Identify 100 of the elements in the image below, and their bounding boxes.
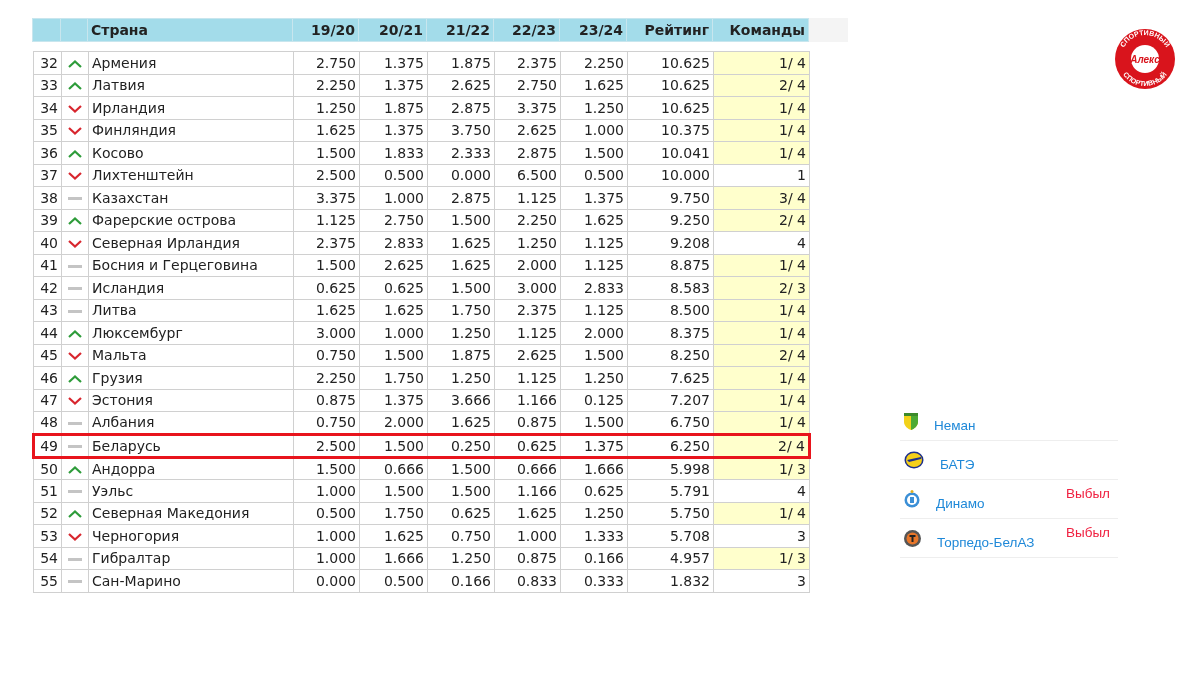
country-cell: Грузия (88, 366, 294, 389)
score-cell: 2.500 (293, 434, 360, 457)
score-cell: 0.625 (359, 276, 428, 299)
score-cell: 1.333 (560, 524, 628, 547)
score-cell: 1.625 (494, 502, 561, 525)
country-cell: Финляндия (88, 119, 294, 142)
country-cell: Мальта (88, 344, 294, 367)
rating-cell: 8.375 (627, 321, 714, 344)
country-cell: Черногория (88, 524, 294, 547)
score-cell: 2.375 (494, 299, 561, 322)
country-cell: Эстония (88, 389, 294, 412)
rating-cell: 9.208 (627, 231, 714, 254)
rank-cell: 34 (33, 96, 62, 119)
rank-cell: 45 (33, 344, 62, 367)
country-cell: Лихтенштейн (88, 164, 294, 187)
score-cell: 1.500 (293, 254, 360, 277)
score-cell: 1.625 (293, 299, 360, 322)
club-link[interactable]: Динамо (936, 493, 985, 515)
score-cell: 1.625 (427, 231, 495, 254)
score-cell: 2.625 (359, 254, 428, 277)
score-cell: 2.500 (293, 164, 360, 187)
rank-cell: 52 (33, 502, 62, 525)
score-cell: 0.666 (494, 457, 561, 480)
score-cell: 1.000 (293, 524, 360, 547)
country-cell: Люксембург (88, 321, 294, 344)
score-cell: 2.000 (560, 321, 628, 344)
score-cell: 1.500 (427, 457, 495, 480)
score-cell: 1.666 (359, 547, 428, 570)
emblem-icon (904, 529, 921, 547)
rank-cell: 42 (33, 276, 62, 299)
club-link[interactable]: Торпедо-БелАЗ (937, 532, 1035, 554)
score-cell: 0.875 (494, 547, 561, 570)
score-cell: 0.833 (494, 569, 561, 592)
score-cell: 1.166 (494, 389, 561, 412)
country-cell: Косово (88, 141, 294, 164)
score-cell: 2.750 (293, 51, 360, 74)
score-cell: 1.750 (427, 299, 495, 322)
score-cell: 0.625 (494, 434, 561, 457)
country-cell: Гибралтар (88, 547, 294, 570)
score-cell: 0.166 (427, 569, 495, 592)
rating-cell: 9.750 (627, 186, 714, 209)
score-cell: 2.833 (359, 231, 428, 254)
country-cell: Ирландия (88, 96, 294, 119)
score-cell: 2.625 (494, 344, 561, 367)
score-cell: 0.625 (293, 276, 360, 299)
score-cell: 1.750 (359, 502, 428, 525)
column-header: Команды (712, 18, 809, 42)
score-cell: 2.750 (494, 74, 561, 97)
rank-cell: 51 (33, 479, 62, 502)
club-link[interactable]: Неман (934, 415, 976, 437)
column-header: Страна (87, 18, 293, 42)
score-cell: 1.125 (494, 366, 561, 389)
score-cell: 1.500 (427, 276, 495, 299)
score-cell: 2.250 (293, 74, 360, 97)
rank-cell: 47 (33, 389, 62, 412)
rating-cell: 10.000 (627, 164, 714, 187)
shield-icon (904, 412, 918, 430)
rating-cell: 10.625 (627, 51, 714, 74)
score-cell: 0.500 (560, 164, 628, 187)
teams-cell: 1 (713, 164, 810, 187)
teams-cell: 3 (713, 569, 810, 592)
score-cell: 0.625 (427, 502, 495, 525)
rank-cell: 49 (33, 434, 62, 457)
rating-cell: 5.750 (627, 502, 714, 525)
score-cell: 0.750 (293, 344, 360, 367)
column-header: 22/23 (493, 18, 560, 42)
column-header: 20/21 (358, 18, 427, 42)
country-cell: Сан-Марино (88, 569, 294, 592)
score-cell: 3.000 (293, 321, 360, 344)
rank-cell: 38 (33, 186, 62, 209)
score-cell: 1.375 (560, 434, 628, 457)
score-cell: 1.500 (359, 479, 428, 502)
score-cell: 0.500 (359, 569, 428, 592)
score-cell: 2.625 (494, 119, 561, 142)
score-cell: 1.250 (293, 96, 360, 119)
score-cell: 1.000 (293, 479, 360, 502)
club-link[interactable]: БАТЭ (940, 454, 975, 476)
score-cell: 0.250 (427, 434, 495, 457)
score-cell: 1.625 (560, 209, 628, 232)
score-cell: 1.375 (359, 389, 428, 412)
score-cell: 0.000 (293, 569, 360, 592)
score-cell: 1.500 (560, 344, 628, 367)
score-cell: 1.000 (494, 524, 561, 547)
rank-cell: 35 (33, 119, 62, 142)
score-cell: 1.125 (494, 321, 561, 344)
rating-cell: 6.250 (627, 434, 714, 457)
score-cell: 0.000 (427, 164, 495, 187)
score-cell: 0.500 (359, 164, 428, 187)
score-cell: 1.875 (427, 344, 495, 367)
country-cell: Армения (88, 51, 294, 74)
score-cell: 1.500 (427, 209, 495, 232)
score-cell: 0.500 (293, 502, 360, 525)
rating-cell: 9.250 (627, 209, 714, 232)
rating-cell: 7.625 (627, 366, 714, 389)
score-cell: 1.625 (427, 254, 495, 277)
score-cell: 1.375 (359, 119, 428, 142)
rank-cell: 54 (33, 547, 62, 570)
rating-cell: 10.375 (627, 119, 714, 142)
score-cell: 2.333 (427, 141, 495, 164)
score-cell: 1.625 (293, 119, 360, 142)
